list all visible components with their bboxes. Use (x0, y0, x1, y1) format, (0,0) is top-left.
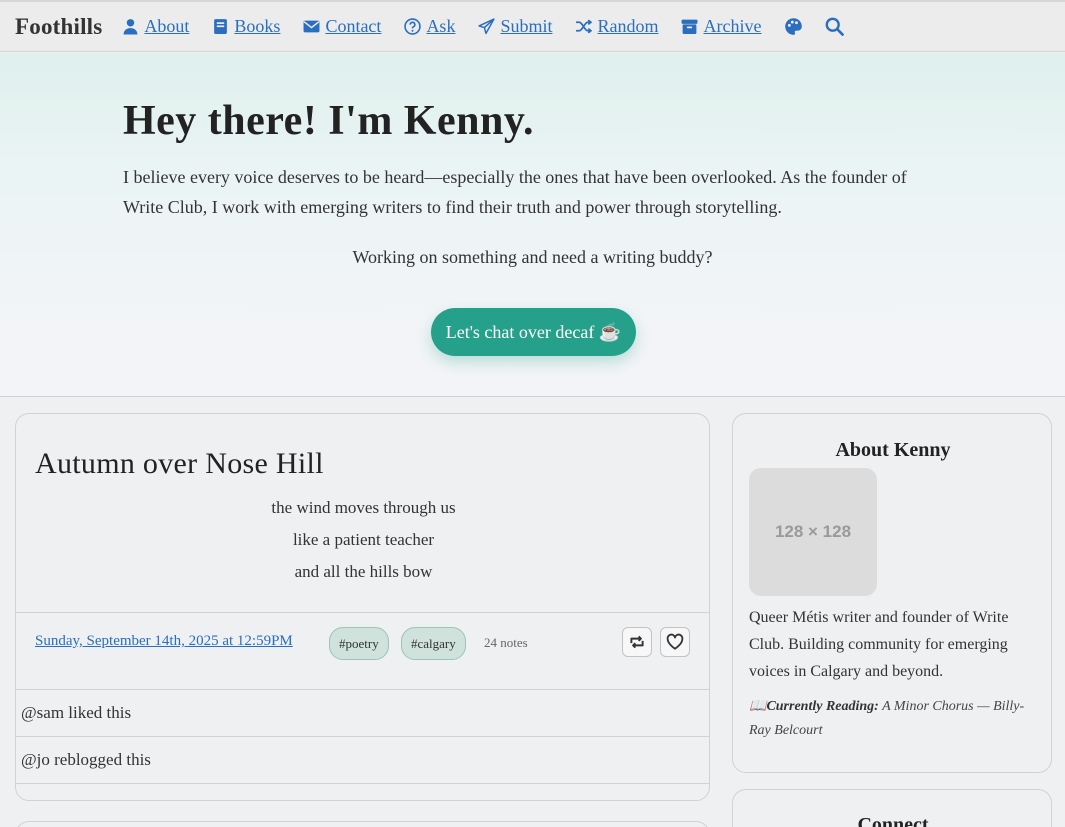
book-emoji-icon: 📖 (749, 699, 767, 714)
post-meta: Sunday, September 14th, 2025 at 12:59PM … (16, 612, 709, 690)
nav-link-random[interactable]: Random (575, 16, 658, 37)
poem-body: the wind moves through us like a patient… (16, 496, 709, 592)
question-circle-icon (404, 18, 422, 35)
tag-calgary[interactable]: #calgary (401, 627, 466, 660)
hero-section: Hey there! I'm Kenny. I believe every vo… (0, 53, 1065, 397)
hero-title: Hey there! I'm Kenny. (123, 98, 535, 144)
connect-title: Connect (857, 814, 929, 827)
nav-link-about-label: About (144, 16, 190, 36)
nav-link-contact-label: Contact (325, 16, 382, 36)
nav-link-contact[interactable]: Contact (303, 16, 381, 37)
like-button[interactable] (660, 627, 690, 657)
top-navigation: Foothills About Books Contact Ask Submit (0, 0, 1065, 52)
shuffle-icon (575, 18, 593, 35)
nav-link-books-label: Books (234, 16, 281, 36)
nav-link-submit[interactable]: Submit (478, 16, 552, 37)
search-icon[interactable] (825, 17, 845, 36)
activity-item: @jo reblogged this (16, 737, 709, 784)
paper-plane-icon (478, 18, 496, 35)
archive-box-icon (681, 18, 698, 35)
nav-link-archive-label: Archive (703, 16, 762, 36)
nav-link-random-label: Random (597, 16, 659, 36)
connect-card: Connect (732, 789, 1052, 827)
tag-poetry[interactable]: #poetry (329, 627, 389, 660)
nav-link-ask[interactable]: Ask (404, 16, 455, 37)
reblog-icon (630, 635, 644, 649)
activity-item: @sam liked this (16, 690, 709, 737)
about-title: About Kenny (835, 439, 951, 461)
notes-activity-list: @sam liked this @jo reblogged this (16, 690, 709, 784)
post-date-link[interactable]: Sunday, September 14th, 2025 at 12:59PM (35, 633, 293, 650)
post-card: Autumn over Nose Hill the wind moves thr… (15, 413, 710, 801)
site-brand[interactable]: Foothills (15, 14, 102, 40)
user-icon (122, 18, 139, 35)
next-post-card (15, 821, 710, 827)
poem-line: like a patient teacher (292, 530, 435, 549)
nav-link-ask-label: Ask (426, 16, 456, 36)
post-title[interactable]: Autumn over Nose Hill (35, 447, 324, 481)
nav-link-submit-label: Submit (500, 16, 553, 36)
envelope-icon (303, 18, 320, 35)
nav-link-about[interactable]: About (122, 16, 189, 37)
nav-link-books[interactable]: Books (212, 16, 280, 37)
nav-link-archive[interactable]: Archive (681, 16, 761, 37)
about-bio: Queer Métis writer and founder of Write … (749, 609, 1009, 680)
palette-icon[interactable] (784, 17, 803, 36)
chat-cta-button[interactable]: Let's chat over decaf ☕ (431, 308, 636, 356)
reblog-button[interactable] (622, 627, 652, 657)
avatar: 128 × 128 (749, 468, 877, 596)
heart-icon (666, 633, 684, 650)
about-card: About Kenny 128 × 128 Queer Métis writer… (732, 413, 1052, 773)
currently-reading: 📖Currently Reading: A Minor Chorus — Bil… (749, 695, 1044, 743)
notes-count[interactable]: 24 notes (484, 635, 528, 651)
hero-prompt: Working on something and need a writing … (352, 247, 713, 267)
hero-intro: I believe every voice deserves to be hea… (123, 167, 907, 217)
book-icon (212, 18, 229, 35)
currently-reading-label: Currently Reading: (766, 699, 879, 714)
poem-line: the wind moves through us (271, 498, 456, 517)
poem-line: and all the hills bow (294, 562, 433, 581)
